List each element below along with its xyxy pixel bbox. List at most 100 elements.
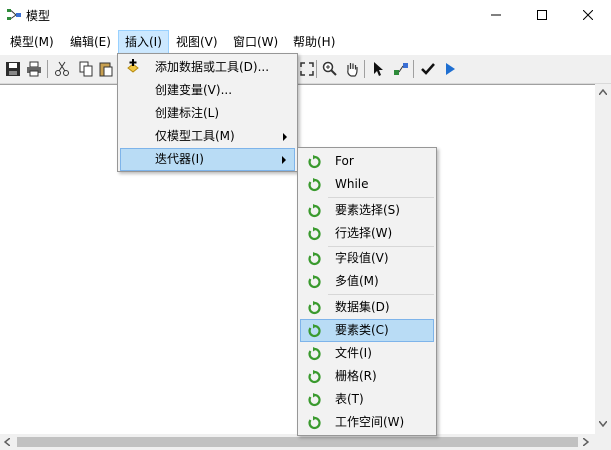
run-play-icon (446, 63, 455, 75)
menu-item-label: While (335, 177, 369, 191)
iterator-icon (308, 347, 321, 361)
menu-item-label: For (335, 154, 354, 168)
iterator-icon (308, 275, 321, 289)
menu-item-iterators[interactable]: 迭代器(I) (120, 148, 295, 171)
menu-model[interactable]: 模型(M) (4, 30, 60, 54)
menu-item-label: 文件(I) (335, 346, 372, 360)
horizontal-scroll-thumb[interactable] (17, 437, 578, 447)
connect-icon (394, 63, 408, 75)
menu-item-field-value[interactable]: 字段值(V) (300, 247, 434, 270)
print-button[interactable] (25, 60, 43, 78)
menu-help[interactable]: 帮助(H) (287, 30, 341, 54)
menu-item-create-label[interactable]: 创建标注(L) (120, 102, 295, 125)
connect-button[interactable] (392, 60, 410, 78)
save-icon (6, 62, 20, 76)
iterator-icon (308, 204, 321, 218)
pan-hand-icon (347, 63, 358, 77)
menu-item-label: 工作空间(W) (335, 415, 405, 429)
menu-item-label: 表(T) (335, 392, 364, 406)
select-button[interactable] (370, 60, 388, 78)
menu-item-feature-selection[interactable]: 要素选择(S) (300, 199, 434, 222)
menu-item-add-data[interactable]: 添加数据或工具(D)... (120, 56, 295, 79)
cut-button[interactable] (53, 60, 71, 78)
iterator-icon (308, 301, 321, 315)
menu-window[interactable]: 窗口(W) (227, 30, 284, 54)
iterator-icon (308, 324, 321, 338)
zoom-in-button[interactable] (321, 60, 339, 78)
iterator-icon (308, 178, 321, 192)
menu-item-label: 要素选择(S) (335, 203, 400, 217)
menu-item-row-selection[interactable]: 行选择(W) (300, 222, 434, 245)
iterator-icon (308, 393, 321, 407)
menu-item-create-variable[interactable]: 创建变量(V)... (120, 79, 295, 102)
menu-item-label: 行选择(W) (335, 226, 393, 240)
submenu-arrow-icon (282, 156, 286, 164)
menu-view[interactable]: 视图(V) (170, 30, 224, 54)
menu-item-model-only-tools[interactable]: 仅模型工具(M) (120, 125, 295, 148)
add-data-icon (127, 59, 139, 73)
menu-separator (328, 197, 434, 198)
toolbar-separator (364, 60, 365, 78)
scroll-left-icon[interactable] (4, 438, 10, 446)
menu-item-while[interactable]: While (300, 173, 434, 196)
close-icon (583, 10, 593, 20)
iterator-icon (308, 370, 321, 384)
menu-item-label: 仅模型工具(M) (155, 129, 235, 143)
model-app-icon (7, 9, 21, 20)
menu-item-label: 创建变量(V)... (155, 83, 233, 97)
menu-item-label: 创建标注(L) (155, 106, 220, 120)
scroll-down-icon[interactable] (599, 421, 607, 427)
zoom-in-icon (322, 61, 337, 76)
maximize-icon (537, 10, 547, 20)
pointer-icon (374, 62, 383, 76)
save-button[interactable] (4, 60, 22, 78)
toolbar-separator (47, 60, 48, 78)
scrollbar-corner (595, 434, 611, 450)
pan-button[interactable] (343, 60, 361, 78)
copy-button[interactable] (77, 60, 95, 78)
validate-button[interactable] (419, 60, 437, 78)
scroll-up-icon[interactable] (599, 89, 607, 95)
menu-item-label: 字段值(V) (335, 251, 389, 265)
menu-item-label: 栅格(R) (335, 369, 377, 383)
vertical-scrollbar[interactable] (595, 84, 611, 434)
menu-separator (328, 294, 434, 295)
toolbar-separator (316, 60, 317, 78)
menu-item-rasters[interactable]: 栅格(R) (300, 365, 434, 388)
checkmark-icon (421, 63, 435, 75)
minimize-icon (491, 14, 501, 16)
iterator-icon (308, 416, 321, 430)
menu-item-label: 添加数据或工具(D)... (155, 60, 270, 74)
scroll-right-icon[interactable] (583, 438, 589, 446)
print-icon (27, 61, 41, 77)
menu-insert[interactable]: 插入(I) (118, 30, 169, 54)
full-extent-button[interactable] (298, 60, 316, 78)
menu-item-workspaces[interactable]: 工作空间(W) (300, 411, 434, 434)
menu-item-multivalue[interactable]: 多值(M) (300, 270, 434, 293)
copy-icon (79, 61, 93, 77)
run-button[interactable] (441, 60, 459, 78)
menu-item-files[interactable]: 文件(I) (300, 342, 434, 365)
iterator-icon (308, 227, 321, 241)
menu-item-label: 多值(M) (335, 274, 379, 288)
menu-item-tables[interactable]: 表(T) (300, 388, 434, 411)
paste-icon (99, 62, 113, 77)
maximize-button[interactable] (519, 0, 565, 30)
menu-item-label: 要素类(C) (335, 323, 389, 337)
paste-button[interactable] (97, 60, 115, 78)
menu-item-label: 迭代器(I) (155, 152, 204, 166)
close-button[interactable] (565, 0, 611, 30)
window-title: 模型 (26, 9, 51, 23)
iterator-submenu: For While 要素选择(S) 行选择(W) 字段值(V) 多值(M) 数据… (297, 147, 437, 436)
menu-edit[interactable]: 编辑(E) (64, 30, 117, 54)
iterator-icon (308, 155, 321, 169)
submenu-arrow-icon (283, 133, 287, 141)
menu-item-datasets[interactable]: 数据集(D) (300, 296, 434, 319)
menu-item-for[interactable]: For (300, 150, 434, 173)
toolbar-separator (413, 60, 414, 78)
menu-item-feature-classes[interactable]: 要素类(C) (300, 319, 434, 342)
scissors-icon (55, 61, 69, 76)
minimize-button[interactable] (473, 0, 519, 30)
iterator-icon (308, 252, 321, 266)
menu-item-label: 数据集(D) (335, 300, 390, 314)
